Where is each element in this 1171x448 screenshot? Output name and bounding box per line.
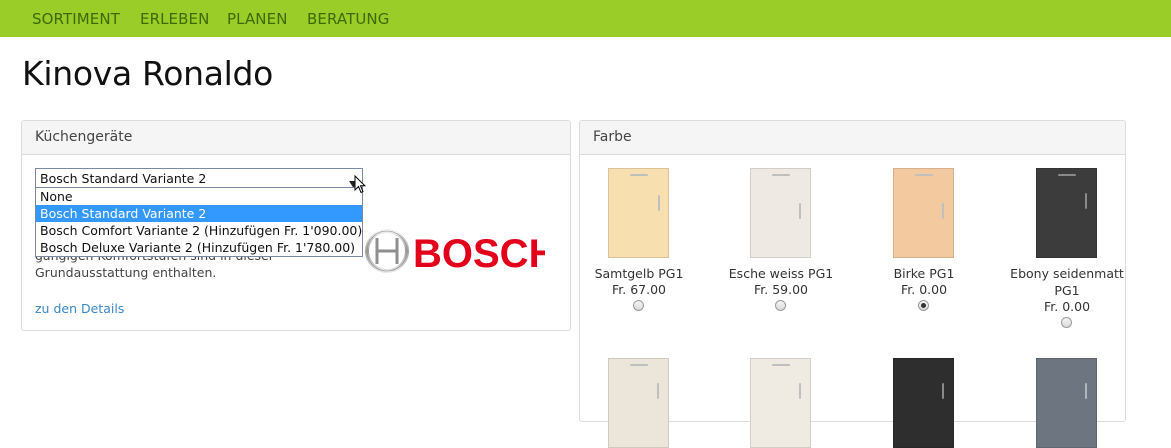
nav-item-sortiment[interactable]: SORTIMENT [32,10,120,28]
color-swatch[interactable] [750,168,811,258]
door-handle [1085,383,1087,399]
color-name: Samtgelb PG1 [594,266,684,281]
dropdown-option-none[interactable]: None [36,188,362,205]
color-radio[interactable] [1061,317,1072,328]
dropdown-option-standard[interactable]: Bosch Standard Variante 2 [36,205,362,222]
color-radio[interactable] [633,300,644,311]
dropdown-option-comfort[interactable]: Bosch Comfort Variante 2 (Hinzufügen Fr.… [36,222,362,239]
color-swatch[interactable] [893,168,954,258]
color-name: Esche weiss PG1 [728,266,834,281]
color-option-esche-weiss[interactable]: Esche weiss PG1 Fr. 59.00 [711,168,851,328]
color-name: Ebony seidenmatt PG1 [1010,266,1124,298]
door-handle [942,203,944,219]
door-handle [630,364,648,366]
nav-item-planen[interactable]: PLANEN [227,10,288,28]
color-price: Fr. 59.00 [753,282,808,297]
color-swatch-row2[interactable] [608,358,669,448]
dropdown-option-deluxe[interactable]: Bosch Deluxe Variante 2 (Hinzufügen Fr. … [36,239,362,256]
color-radio[interactable] [775,300,786,311]
door-handle [799,203,801,219]
door-handle [772,174,790,176]
nav-item-erleben[interactable]: ERLEBEN [140,10,209,28]
top-navigation: SORTIMENT ERLEBEN PLANEN BERATUNG [0,0,1171,37]
bosch-logo: BOSCH [365,228,557,278]
nav-item-beratung[interactable]: BERATUNG [307,10,389,28]
color-price: Fr. 67.00 [611,282,666,297]
color-swatch[interactable] [608,168,669,258]
bosch-logo-graphic: BOSCH [365,229,557,276]
color-swatch-row2[interactable] [893,358,954,448]
appliance-select-value: Bosch Standard Variante 2 [40,171,207,186]
color-option-birke[interactable]: Birke PG1 Fr. 0.00 [854,168,994,328]
door-handle [658,195,660,211]
color-name: Birke PG1 [893,266,955,281]
door-handle [915,174,933,176]
details-link[interactable]: zu den Details [35,301,124,316]
color-panel-header: Farbe [580,121,1125,155]
appliances-panel: Küchengeräte gängigen Komfortstufen sind… [21,120,571,331]
color-panel: Farbe Samtgelb PG1 Fr. 67.00 Esche weiss… [579,120,1126,448]
color-option-ebony[interactable]: Ebony seidenmatt PG1 Fr. 0.00 [997,168,1137,338]
appliance-select[interactable]: Bosch Standard Variante 2 [35,168,363,188]
page-title: Kinova Ronaldo [22,54,274,93]
door-handle [772,364,790,366]
door-handle [1058,174,1076,176]
appliances-panel-title: Küchengeräte [35,129,133,145]
color-price: Fr. 0.00 [1043,299,1091,314]
door-handle [799,383,801,399]
color-swatch[interactable] [1036,168,1097,258]
description-line-2: Grundausstattung enthalten. [35,265,217,280]
color-price: Fr. 0.00 [900,282,948,297]
color-option-samtgelb[interactable]: Samtgelb PG1 Fr. 67.00 [569,168,709,328]
mouse-cursor-icon [354,174,367,198]
appliance-dropdown-list: None Bosch Standard Variante 2 Bosch Com… [35,187,363,257]
bosch-logo-text: BOSCH [413,232,545,274]
color-swatch-row2[interactable] [750,358,811,448]
door-handle [657,383,659,399]
door-handle [942,383,944,399]
color-swatch-row2[interactable] [1036,358,1097,448]
door-handle [1085,193,1087,209]
color-radio[interactable] [918,300,929,311]
appliances-panel-header: Küchengeräte [22,121,570,155]
color-panel-title: Farbe [593,129,632,145]
door-handle [630,174,648,176]
